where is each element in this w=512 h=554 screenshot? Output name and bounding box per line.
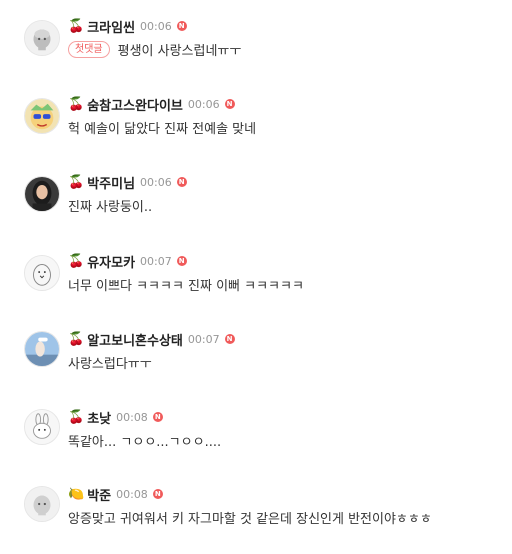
nickname[interactable]: 크라임씬 (87, 17, 135, 36)
new-badge-icon: N (176, 21, 187, 31)
comment-item: 🍒 박주미님 00:06 N 진짜 사랑둥이.. (0, 172, 512, 242)
comment-meta: 🍒 박주미님 00:06 N (68, 172, 187, 192)
avatar[interactable] (24, 20, 60, 56)
nickname[interactable]: 유자모카 (87, 252, 135, 271)
comment-item: 🍒 알고보니혼수상태 00:07 N 사랑스럽다ㅠㅜ (0, 329, 512, 399)
cherry-icon: 🍒 (68, 18, 85, 34)
comment-body: 첫댓글 평생이 사랑스럽네ㅠㅜ (68, 40, 241, 59)
avatar[interactable] (24, 255, 60, 291)
lemon-icon: 🍋 (68, 486, 85, 502)
comment-meta: 🍒 크라임씬 00:06 N (68, 16, 187, 36)
timestamp: 00:06 (140, 19, 172, 33)
avatar[interactable] (24, 486, 60, 522)
comment-meta: 🍒 숨참고스완다이브 00:06 N (68, 94, 235, 114)
timestamp: 00:07 (140, 254, 172, 268)
comment-text: 사랑스럽다ㅠㅜ (68, 357, 152, 372)
new-badge-icon: N (224, 99, 235, 109)
comment-meta: 🍒 알고보니혼수상태 00:07 N (68, 329, 235, 349)
comment-meta: 🍒 초낮 00:08 N (68, 407, 163, 427)
comment-text: 똑같아... ㄱㅇㅇ...ㄱㅇㅇ.... (68, 435, 222, 450)
new-badge-icon: N (152, 489, 163, 499)
comment-item: 🍋 박준 00:08 N 앙증맞고 귀여워서 키 자그마할 것 같은데 장신인게… (0, 484, 512, 554)
timestamp: 00:06 (187, 97, 220, 111)
nickname[interactable]: 박준 (87, 485, 111, 504)
timestamp: 00:06 (140, 175, 172, 189)
timestamp: 00:08 (116, 410, 148, 424)
cartoon-character-icon (25, 99, 59, 133)
comment-text: 진짜 사랑둥이.. (68, 200, 153, 215)
timestamp: 00:08 (116, 487, 148, 501)
first-comment-tag: 첫댓글 (68, 41, 110, 58)
comment-item: 🍒 초낮 00:08 N 똑같아... ㄱㅇㅇ...ㄱㅇㅇ.... (0, 407, 512, 477)
comment-body: 헉 예솔이 닮았다 진짜 전예솔 맞네 (68, 118, 256, 137)
avatar[interactable] (24, 176, 60, 212)
comment-body: 앙증맞고 귀여워서 키 자그마할 것 같은데 장신인게 반전이야ㅎㅎㅎ (68, 508, 432, 527)
comment-item: 🍒 숨참고스완다이브 00:06 N 헉 예솔이 닮았다 진짜 전예솔 맞네 (0, 94, 512, 164)
nickname[interactable]: 초낮 (87, 408, 111, 427)
penguin-icon (25, 256, 59, 290)
cherry-icon: 🍒 (68, 331, 85, 347)
new-badge-icon: N (224, 334, 235, 344)
photo-woman-icon (25, 177, 59, 211)
comment-meta: 🍋 박준 00:08 N (68, 484, 163, 504)
avatar[interactable] (24, 331, 60, 367)
new-badge-icon: N (176, 256, 187, 266)
comment-text: 너무 이쁘다 ㅋㅋㅋㅋ 진짜 이뻐 ㅋㅋㅋㅋㅋ (68, 279, 304, 294)
comment-meta: 🍒 유자모카 00:07 N (68, 251, 187, 271)
avatar[interactable] (24, 98, 60, 134)
comment-body: 진짜 사랑둥이.. (68, 196, 152, 215)
cherry-icon: 🍒 (68, 409, 85, 425)
comment-body: 너무 이쁘다 ㅋㅋㅋㅋ 진짜 이뻐 ㅋㅋㅋㅋㅋ (68, 275, 304, 294)
comment-text: 헉 예솔이 닮았다 진짜 전예솔 맞네 (68, 122, 257, 137)
cherry-icon: 🍒 (68, 174, 85, 190)
timestamp: 00:07 (187, 332, 220, 346)
nickname[interactable]: 숨참고스완다이브 (87, 95, 183, 114)
new-badge-icon: N (152, 412, 163, 422)
comment-item: 🍒 크라임씬 00:06 N 첫댓글 평생이 사랑스럽네ㅠㅜ (0, 16, 512, 86)
comment-text: 평생이 사랑스럽네ㅠㅜ (117, 44, 242, 59)
default-profile-icon (25, 21, 59, 55)
cherry-icon: 🍒 (68, 253, 85, 269)
bunny-icon (25, 410, 59, 444)
photo-person-icon (25, 332, 59, 366)
comment-body: 사랑스럽다ㅠㅜ (68, 353, 152, 372)
comment-text: 앙증맞고 귀여워서 키 자그마할 것 같은데 장신인게 반전이야ㅎㅎㅎ (68, 512, 432, 527)
avatar[interactable] (24, 409, 60, 445)
comment-list: 🍒 크라임씬 00:06 N 첫댓글 평생이 사랑스럽네ㅠㅜ 🍒 숨참고스완다이… (0, 0, 512, 541)
new-badge-icon: N (176, 177, 187, 187)
nickname[interactable]: 알고보니혼수상태 (87, 330, 183, 349)
comment-body: 똑같아... ㄱㅇㅇ...ㄱㅇㅇ.... (68, 431, 221, 450)
default-profile-icon (25, 487, 59, 521)
comment-item: 🍒 유자모카 00:07 N 너무 이쁘다 ㅋㅋㅋㅋ 진짜 이뻐 ㅋㅋㅋㅋㅋ (0, 251, 512, 321)
cherry-icon: 🍒 (68, 96, 85, 112)
nickname[interactable]: 박주미님 (87, 173, 135, 192)
